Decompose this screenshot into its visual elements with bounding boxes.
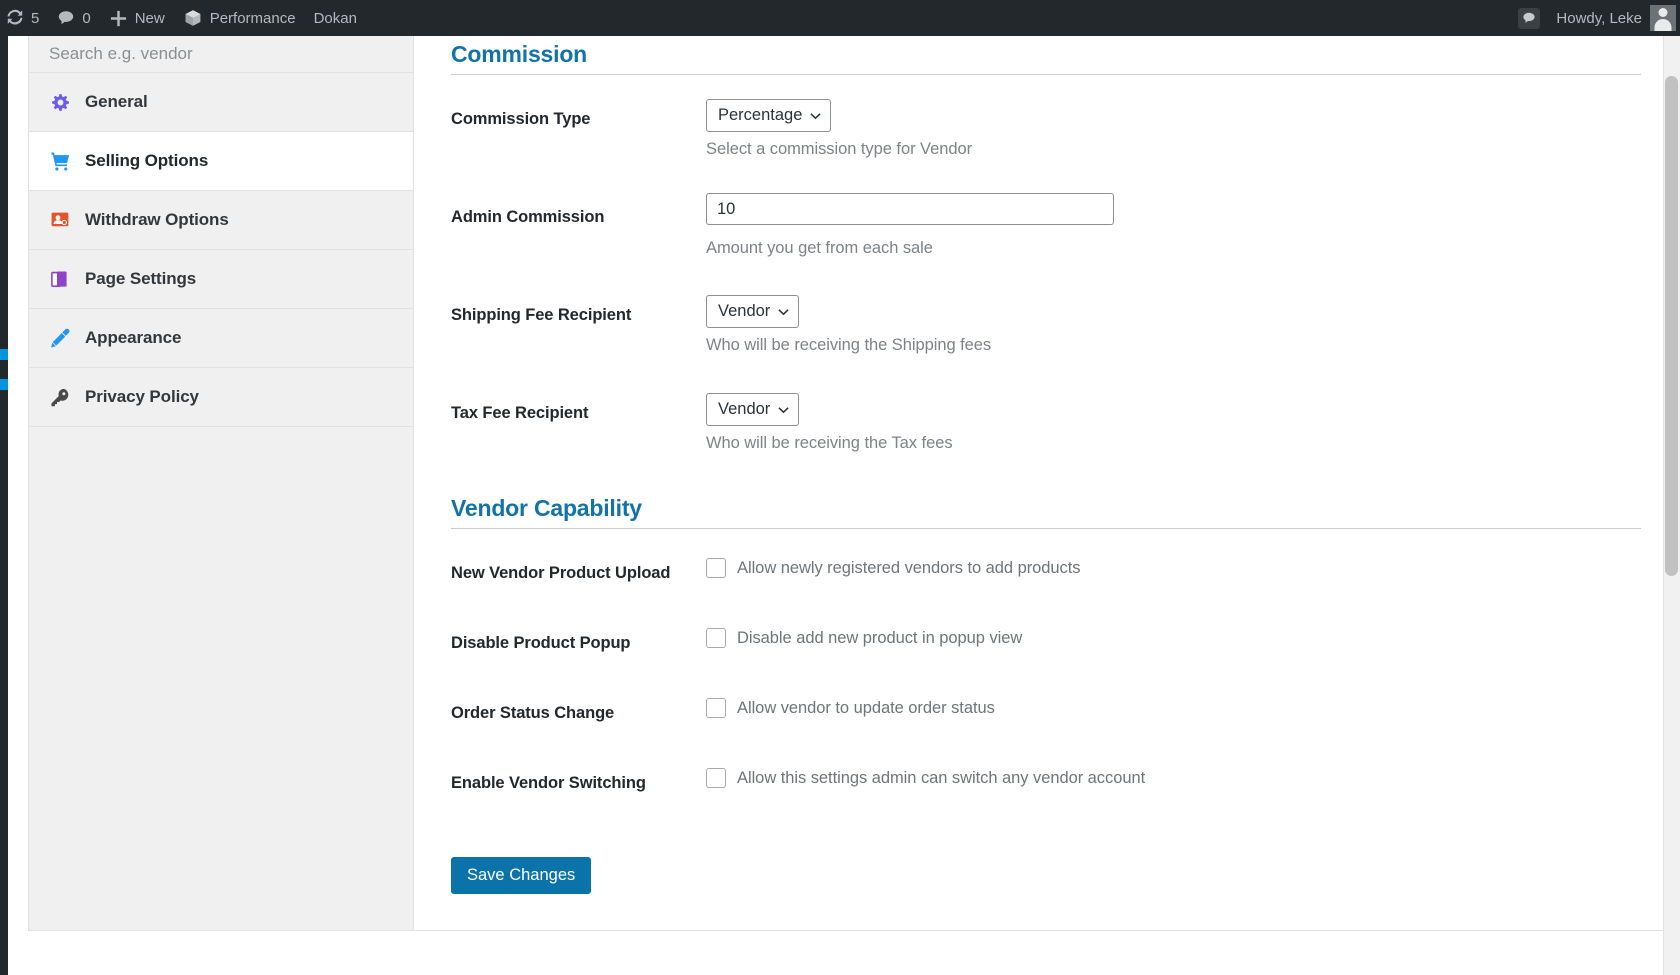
commission-section-title: Commission <box>451 41 588 67</box>
checkbox-label: Allow vendor to update order status <box>737 699 995 717</box>
sidebar-item-general[interactable]: General <box>29 73 413 132</box>
table-row: Allow this settings admin can switch any… <box>706 768 1145 788</box>
admin-bar-dokan[interactable]: Dokan <box>305 0 366 36</box>
performance-label: Performance <box>209 9 296 27</box>
chevron-down-icon <box>777 404 789 416</box>
sidebar-item-withdraw-options[interactable]: Withdraw Options <box>29 191 413 250</box>
shipping-fee-recipient-select[interactable]: Vendor <box>706 295 800 328</box>
brush-icon <box>49 327 71 349</box>
settings-sidebar: Search e.g. vendor General Selling Optio… <box>28 36 414 931</box>
admin-commission-input[interactable]: 10 <box>706 193 1114 225</box>
admin-bar-comments[interactable]: 0 <box>48 0 99 36</box>
sidebar-item-page-settings[interactable]: Page Settings <box>29 250 413 309</box>
settings-content: Commission Commission Type Percentage Se… <box>414 36 1680 931</box>
checkbox-label: Allow this settings admin can switch any… <box>737 769 1146 787</box>
commission-section-divider <box>451 74 1641 75</box>
sidebar-item-label: General <box>85 92 148 111</box>
vertical-scrollbar[interactable] <box>1663 36 1680 975</box>
sidebar-item-selling-options[interactable]: Selling Options <box>29 132 413 191</box>
plus-icon <box>109 9 128 28</box>
cube-icon <box>183 8 203 28</box>
tax-fee-recipient-label: Tax Fee Recipient <box>451 404 589 422</box>
admin-bar: 5 0 New Performance Dokan Howdy, Leke <box>0 0 1680 36</box>
vendor-capability-section-title: Vendor Capability <box>451 495 642 521</box>
new-vendor-product-upload-checkbox[interactable] <box>706 558 726 578</box>
admin-bar-performance[interactable]: Performance <box>174 0 305 36</box>
tax-fee-recipient-select[interactable]: Vendor <box>706 393 800 426</box>
commission-type-select[interactable]: Percentage <box>706 99 832 132</box>
sidebar-item-label: Privacy Policy <box>85 387 199 406</box>
order-status-change-checkbox[interactable] <box>706 698 726 718</box>
admin-commission-help: Amount you get from each sale <box>706 239 933 257</box>
checkbox-label: Disable add new product in popup view <box>737 629 1023 647</box>
table-row: Allow vendor to update order status <box>706 698 995 718</box>
disable-product-popup-checkbox[interactable] <box>706 628 726 648</box>
comment-icon <box>57 9 75 27</box>
page-canvas: Search e.g. vendor General Selling Optio… <box>8 36 1680 975</box>
save-changes-button[interactable]: Save Changes <box>451 857 592 894</box>
checkbox-label: Allow newly registered vendors to add pr… <box>737 559 1081 577</box>
enable-vendor-switching-checkbox[interactable] <box>706 768 726 788</box>
comments-count: 0 <box>82 9 91 27</box>
enable-vendor-switching-label: Enable Vendor Switching <box>451 774 646 792</box>
comment-bubble-icon[interactable] <box>1518 7 1541 29</box>
search-placeholder: Search e.g. vendor <box>49 44 193 63</box>
withdraw-user-icon <box>49 209 71 231</box>
updates-count: 5 <box>31 9 40 27</box>
shipping-fee-recipient-label: Shipping Fee Recipient <box>451 306 632 324</box>
sidebar-item-label: Selling Options <box>85 151 209 170</box>
pages-icon <box>49 268 71 290</box>
menu-highlight-mark <box>0 349 8 360</box>
commission-type-value: Percentage <box>718 106 803 124</box>
key-icon <box>49 386 71 408</box>
disable-product-popup-label: Disable Product Popup <box>451 634 631 652</box>
tax-fee-recipient-help: Who will be receiving the Tax fees <box>706 434 953 452</box>
sidebar-item-privacy-policy[interactable]: Privacy Policy <box>29 368 413 427</box>
shipping-fee-recipient-value: Vendor <box>718 302 771 320</box>
admin-bar-updates[interactable]: 5 <box>0 0 48 36</box>
sidebar-item-label: Page Settings <box>85 269 197 288</box>
dokan-label: Dokan <box>313 9 357 27</box>
scrollbar-thumb[interactable] <box>1665 76 1678 576</box>
avatar[interactable] <box>1650 5 1676 31</box>
chevron-down-icon <box>777 306 789 318</box>
menu-highlight-mark <box>0 379 8 390</box>
update-icon <box>6 9 24 27</box>
sidebar-item-appearance[interactable]: Appearance <box>29 309 413 368</box>
admin-commission-value: 10 <box>717 199 736 218</box>
admin-bar-new[interactable]: New <box>100 0 174 36</box>
cart-icon <box>49 150 71 172</box>
commission-type-help: Select a commission type for Vendor <box>706 140 973 158</box>
commission-type-label: Commission Type <box>451 110 591 128</box>
admin-commission-label: Admin Commission <box>451 208 605 226</box>
gear-icon <box>49 91 71 113</box>
new-vendor-product-upload-label: New Vendor Product Upload <box>451 564 671 582</box>
table-row: Disable add new product in popup view <box>706 628 1022 648</box>
order-status-change-label: Order Status Change <box>451 704 615 722</box>
tax-fee-recipient-value: Vendor <box>718 400 771 418</box>
new-label: New <box>134 9 165 27</box>
admin-bar-right: Howdy, Leke <box>1518 5 1680 31</box>
vendor-capability-section-divider <box>451 528 1641 529</box>
search-input[interactable]: Search e.g. vendor <box>29 36 413 73</box>
wp-admin-menu-strip <box>0 36 8 975</box>
table-row: Allow newly registered vendors to add pr… <box>706 558 1081 578</box>
sidebar-item-label: Withdraw Options <box>85 210 229 229</box>
chevron-down-icon <box>809 110 821 122</box>
admin-bar-left: 5 0 New Performance Dokan <box>0 0 366 36</box>
sidebar-item-label: Appearance <box>85 328 182 347</box>
howdy-label[interactable]: Howdy, Leke <box>1556 10 1642 27</box>
shipping-fee-recipient-help: Who will be receiving the Shipping fees <box>706 336 992 354</box>
